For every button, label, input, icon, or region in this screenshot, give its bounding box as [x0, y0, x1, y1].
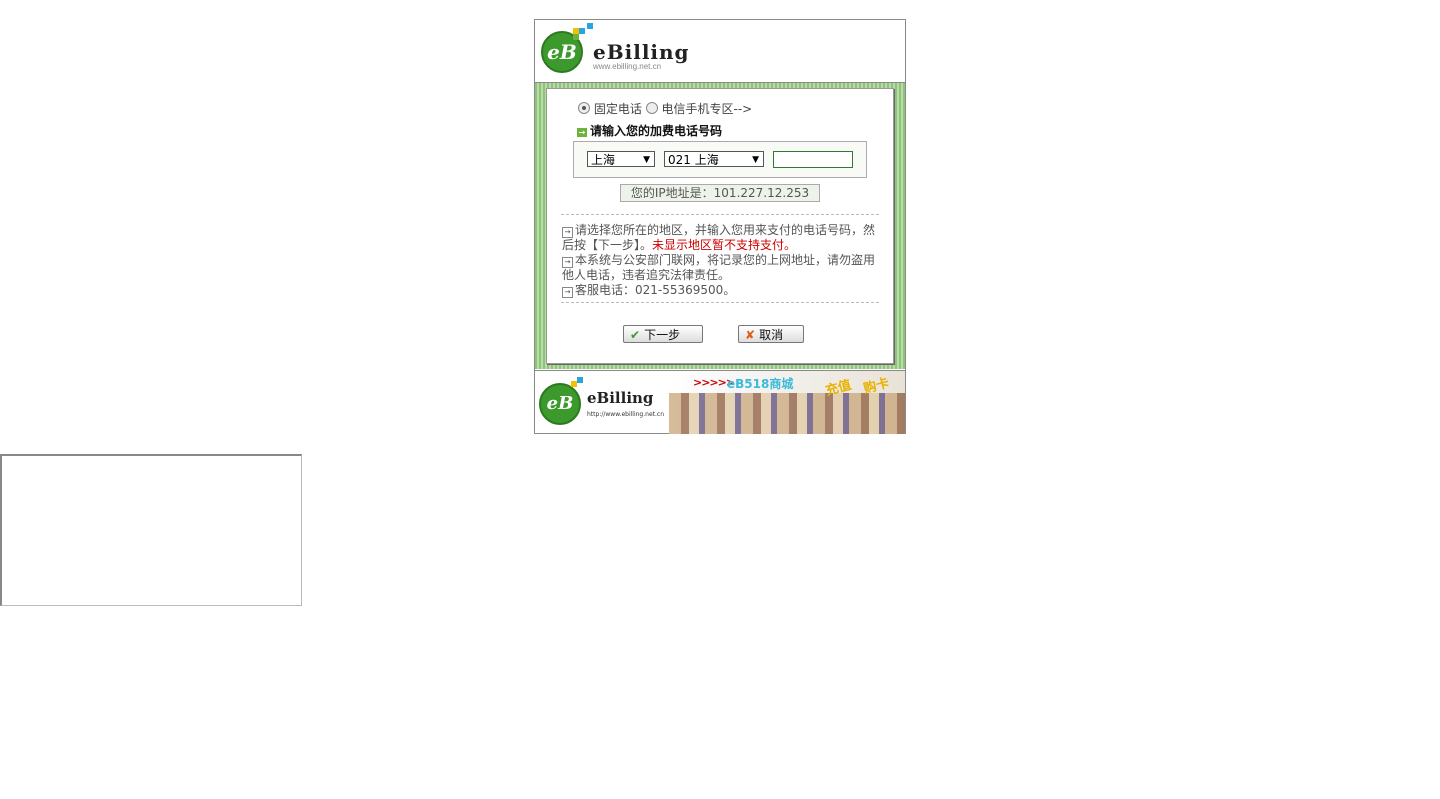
header: eB eBilling www.ebilling.net.cn [535, 20, 905, 83]
note-text: 本系统与公安部门联网，将记录您的上网地址，请勿盗用他人电话，违者追究法律责任。 [562, 253, 876, 282]
brand-url: www.ebilling.net.cn [593, 62, 662, 71]
radio-mobile-label: 电信手机专区--> [661, 102, 753, 116]
radio-mobile[interactable] [645, 102, 658, 114]
logo-square-icon [573, 34, 579, 40]
footer-logo: eB eBilling http://www.ebilling.net.cn [539, 377, 669, 433]
logo-square-icon [577, 377, 583, 383]
close-icon: ✘ [745, 328, 756, 342]
ip-address-display: 您的IP地址是：101.227.12.253 [620, 184, 820, 202]
divider [561, 302, 879, 303]
form-panel: 固定电话 电信手机专区--> → 请输入您的加费电话号码 上海 ▼ 021 上海 ▼ … [546, 88, 894, 364]
divider [561, 214, 879, 215]
note-item: → 请选择您所在的地区，并输入您用来支付的电话号码，然后按【下一步】。未显示地区暂… [562, 223, 877, 252]
logo-square-icon [579, 28, 585, 34]
phone-number-input[interactable] [773, 151, 853, 168]
phone-prompt: → 请输入您的加费电话号码 [577, 122, 722, 139]
province-select-value: 上海 [591, 153, 616, 167]
note-item: → 客服电话：021-55369500。 [562, 283, 877, 298]
region-select-box: 上海 ▼ 021 上海 ▼ [573, 141, 867, 178]
empty-iframe [0, 454, 302, 606]
logo-square-icon [587, 23, 593, 29]
phone-type-radios: 固定电话 电信手机专区--> [578, 100, 752, 117]
brand-name: eBilling [593, 40, 690, 64]
cancel-label: 取消 [759, 328, 784, 342]
arrow-right-icon: → [577, 128, 587, 137]
arrow-bullet-icon: → [562, 257, 573, 268]
next-step-button[interactable]: ✔ 下一步 [623, 325, 703, 343]
province-select[interactable]: 上海 ▼ [587, 151, 655, 167]
footer-eb-circle: eB [539, 383, 581, 425]
form-area: 固定电话 电信手机专区--> → 请输入您的加费电话号码 上海 ▼ 021 上海 ▼ … [535, 83, 905, 369]
radio-fixed-label: 固定电话 [593, 102, 642, 116]
phone-prompt-text: 请输入您的加费电话号码 [590, 124, 723, 138]
area-select[interactable]: 021 上海 ▼ [664, 151, 764, 167]
cancel-button[interactable]: ✘ 取消 [738, 325, 804, 343]
footer-banner: eB eBilling http://www.ebilling.net.cn >… [535, 370, 905, 434]
ebilling-logo: eB eBilling www.ebilling.net.cn [541, 23, 701, 78]
note-text: 客服电话：021-55369500。 [575, 283, 736, 297]
footer-url: http://www.ebilling.net.cn [587, 411, 665, 418]
note-highlight: 未显示地区暂不支持支付。 [652, 238, 797, 252]
dropdown-arrow-icon: ▼ [752, 155, 759, 165]
banner-title: eB518商城 [727, 377, 794, 391]
game-characters-image [669, 393, 905, 434]
dropdown-arrow-icon: ▼ [643, 155, 650, 165]
footer-brand: eBilling [587, 389, 654, 407]
area-select-value: 021 上海 [668, 153, 719, 167]
radio-fixed-phone[interactable] [578, 102, 590, 114]
eb518-shop-banner[interactable]: >>>>> eB518商城 充值 购卡 [669, 371, 905, 434]
next-step-label: 下一步 [644, 328, 681, 342]
note-item: → 本系统与公安部门联网，将记录您的上网地址，请勿盗用他人电话，违者追究法律责任。 [562, 253, 877, 282]
checkmark-icon: ✔ [630, 328, 641, 342]
arrow-bullet-icon: → [562, 287, 573, 298]
billing-window: eB eBilling www.ebilling.net.cn 固定电话 电信手… [534, 19, 906, 434]
arrow-bullet-icon: → [562, 227, 573, 238]
